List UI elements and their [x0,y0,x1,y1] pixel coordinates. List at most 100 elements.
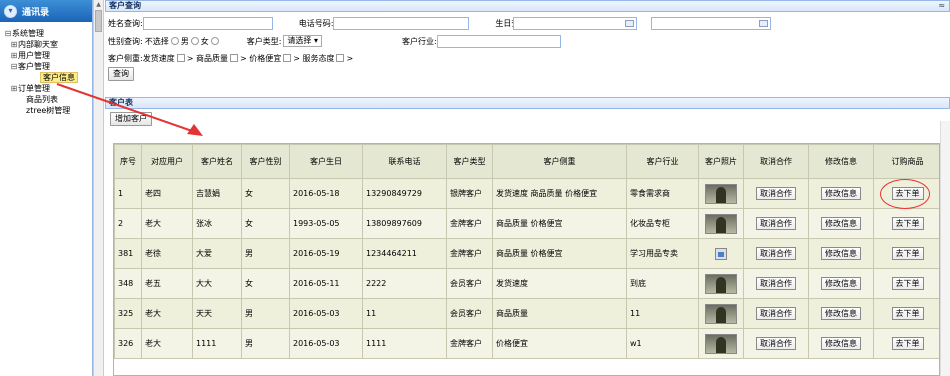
cell-photo [698,328,744,359]
column-header: 序号 [114,144,142,179]
expand-icon[interactable]: ⊞ [10,83,18,94]
edit-info-button[interactable]: 修改信息 [821,277,861,290]
edit-info-button[interactable]: 修改信息 [821,307,861,320]
query-row-1: 姓名查询: 电话号码: 生日查询: [108,16,530,30]
collapse-icon[interactable]: ≈ [938,1,945,11]
cell-focus: 商品质量 价格便宜 [492,208,627,239]
column-header: 取消合作 [743,144,809,179]
side-option-speed-label: 发货速度 [142,53,175,63]
cell-type: 金牌客户 [446,208,493,239]
sidebar-title: 通讯录 [22,7,50,18]
cancel-cooperation-button[interactable]: 取消合作 [756,307,796,320]
edit-info-button[interactable]: 修改信息 [821,187,861,200]
cell-cancel: 取消合作 [743,328,809,359]
sidebar-header[interactable]: ▾ 通讯录 [0,0,92,22]
cell-birthday: 1993-05-05 [289,208,363,239]
name-input[interactable] [142,16,273,30]
side-checkbox-speed[interactable] [176,54,185,62]
cell-type: 会员客户 [446,268,493,299]
cell-name: 天天 [192,298,242,329]
cell-edit: 修改信息 [808,328,874,359]
gender-option-female-label: 女 [200,36,209,46]
cell-order: 去下单 [873,268,939,299]
cancel-cooperation-button[interactable]: 取消合作 [756,187,796,200]
gender-option-male-label: 男 [180,36,189,46]
calendar-icon[interactable] [625,20,634,27]
broken-image-icon [715,247,727,260]
cancel-cooperation-button[interactable]: 取消合作 [756,217,796,230]
type-select[interactable]: 请选择 ▾ [283,35,322,47]
cancel-cooperation-button[interactable]: 取消合作 [756,337,796,350]
collapse-icon[interactable]: ⊟ [10,61,18,72]
list-toolbar: 增加客户 [105,109,950,127]
scrollbar-thumb[interactable] [95,10,102,32]
cell-edit: 修改信息 [808,178,874,209]
gender-radio-none[interactable] [170,37,179,45]
cell-cancel: 取消合作 [743,268,809,299]
sidebar-item[interactable]: ⊟系统管理 [0,28,92,39]
query-panel-header[interactable]: 客户查询 ≈ [105,0,950,12]
nav-tree: ⊟系统管理 ⊞内部聊天室 ⊞用户管理 ⊟客户管理 客户信息 ⊞订单管理 商品列表 ztree树… [0,22,92,116]
sidebar-item[interactable]: ⊞内部聊天室 [0,39,92,50]
birthday-end-date[interactable] [651,17,771,30]
cell-phone: 13290849729 [362,178,447,209]
collapse-icon[interactable]: ▾ [4,4,17,18]
table-row: 1 老四 吉慧娟女 2016-05-18 13290849729 银牌客户 发货速度 商品质… [114,178,939,209]
side-checkbox-price[interactable] [283,54,292,62]
query-row-3: 客户侧重: 发货速度 > 商品质量 > 价格便宜 > 服务态度 > [108,51,353,65]
side-checkbox-quality[interactable] [229,54,238,62]
scroll-up-icon[interactable]: ▲ [94,0,103,9]
customer-photo [705,183,737,204]
cell-focus: 发货速度 商品质量 价格便宜 [492,178,627,209]
cell-user: 老五 [141,268,193,299]
side-checkbox-service[interactable] [336,54,345,62]
sidebar-item[interactable]: ⊟客户管理 [0,61,92,72]
industry-label: 客户行业: [401,36,437,46]
sidebar-scrollbar[interactable]: ▲ [93,0,104,376]
cell-id: 1 [114,178,142,209]
sidebar: ▾ 通讯录 ⊟系统管理 ⊞内部聊天室 ⊞用户管理 ⊟客户管理 客户信息 ⊞订单管理 商品列表… [0,0,93,376]
sidebar-item-label: 订单管理 [18,84,50,93]
place-order-button[interactable]: 去下单 [891,277,924,290]
gender-radio-male[interactable] [190,37,199,45]
edit-info-button[interactable]: 修改信息 [821,337,861,350]
phone-input[interactable] [333,16,470,30]
sidebar-item[interactable]: ⊞订单管理 [0,83,92,94]
cell-user: 老大 [141,328,193,359]
table-row: 348 老五 大大女 2016-05-11 2222 会员客户 发货速度 到底 取消合作 修改信息… [114,268,939,299]
cancel-cooperation-button[interactable]: 取消合作 [756,277,796,290]
birthday-start-date[interactable] [513,17,637,30]
place-order-button[interactable]: 去下单 [891,247,924,260]
edit-info-button[interactable]: 修改信息 [821,247,861,260]
sidebar-item-label: 商品列表 [26,95,58,104]
cell-photo [698,208,744,239]
table-row: 2 老大 张冰女 1993-05-05 13809897609 金牌客户 商品质量 价格便宜… [114,208,939,239]
sidebar-item[interactable]: 商品列表 [0,94,92,105]
type-label: 客户类型: [246,36,282,46]
collapse-icon[interactable]: ⊟ [4,28,12,39]
cell-birthday: 2016-05-03 [289,328,363,359]
cell-phone: 1111 [362,328,447,359]
edit-info-button[interactable]: 修改信息 [821,217,861,230]
search-button[interactable]: 查询 [108,67,134,81]
side-option-quality-label: > 商品质量 [186,53,228,63]
cell-order: 去下单 [873,298,939,329]
place-order-button[interactable]: 去下单 [891,307,924,320]
place-order-button[interactable]: 去下单 [891,217,924,230]
expand-icon[interactable]: ⊞ [10,39,18,50]
cell-id: 325 [114,298,142,329]
gender-radio-female[interactable] [210,37,219,45]
sidebar-item[interactable]: ztree树管理 [0,105,92,116]
place-order-button[interactable]: 去下单 [891,337,924,350]
industry-input[interactable] [436,34,561,48]
expand-icon[interactable]: ⊞ [10,50,18,61]
side-option-price-label: > 价格便宜 [239,53,282,63]
column-header: 客户行业 [626,144,699,179]
add-customer-button[interactable]: 增加客户 [110,112,152,126]
sidebar-item[interactable]: ⊞用户管理 [0,50,92,61]
list-scrollbar[interactable] [940,121,950,376]
sidebar-item[interactable]: 客户信息 [0,72,92,83]
cancel-cooperation-button[interactable]: 取消合作 [756,247,796,260]
cell-type: 银牌客户 [446,178,493,209]
calendar-icon[interactable] [759,20,768,27]
